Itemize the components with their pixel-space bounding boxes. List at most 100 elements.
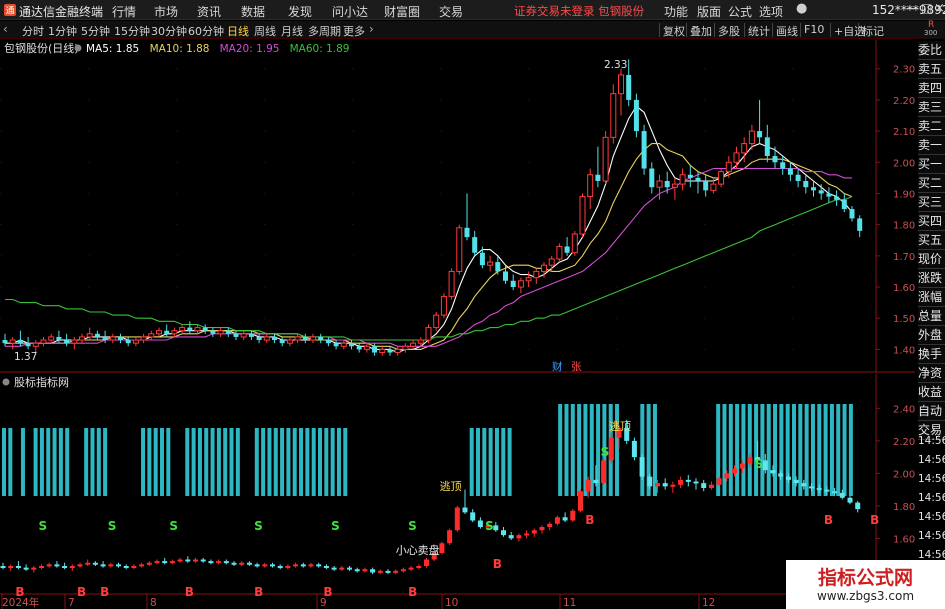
- indicator-bar: [773, 404, 778, 496]
- side-tab-3[interactable]: 卖三: [918, 98, 945, 117]
- period-tab-5[interactable]: 60分钟: [188, 23, 224, 39]
- candle-body: [310, 336, 316, 341]
- indicator-bar: [615, 404, 620, 496]
- period-tab-2[interactable]: 5分钟: [81, 23, 110, 39]
- indicator-chart[interactable]: 2.402.202.001.801.601.40 SSSSSSSSSSBBBBB…: [0, 374, 915, 609]
- tool-button-6[interactable]: +自选: [834, 23, 865, 39]
- level2-badge[interactable]: R 300: [922, 20, 944, 39]
- indicator-bar: [829, 404, 834, 496]
- ind-candle-body: [408, 567, 414, 570]
- side-tab-12[interactable]: 涨跌: [918, 269, 945, 288]
- news-markers[interactable]: 财张: [552, 360, 582, 373]
- side-tab-5[interactable]: 卖一: [918, 136, 945, 155]
- ind-candle-body: [400, 569, 406, 572]
- ma-legend-item: MA5: 1.85: [86, 43, 139, 55]
- candle-body: [356, 346, 362, 350]
- settings-dot-icon[interactable]: [74, 44, 82, 52]
- menu-item-3[interactable]: 数据: [241, 3, 265, 20]
- period-tab-10[interactable]: 更多: [343, 23, 365, 39]
- period-tab-6[interactable]: 日线: [227, 23, 249, 39]
- period-tab-4[interactable]: 30分钟: [151, 23, 187, 39]
- indicator-label: 股标指标网: [14, 375, 69, 389]
- menu-item-6[interactable]: 财富圈: [384, 3, 420, 20]
- ind-candle-body: [0, 566, 6, 568]
- candle-body: [587, 174, 594, 198]
- tool-button-0[interactable]: 复权: [663, 23, 685, 39]
- side-tab-7[interactable]: 买二: [918, 174, 945, 193]
- ind-candle-body: [308, 564, 314, 567]
- maximize-icon[interactable]: □: [921, 1, 932, 15]
- period-tab-0[interactable]: 分时: [22, 23, 44, 39]
- side-tab-14[interactable]: 总量: [918, 307, 945, 326]
- period-tab-7[interactable]: 周线: [254, 23, 276, 39]
- close-icon[interactable]: ×: [934, 1, 945, 16]
- side-tab-11[interactable]: 现价: [918, 250, 945, 269]
- candle-body: [217, 330, 224, 335]
- tool-button-1[interactable]: 叠加: [690, 23, 712, 39]
- price-tick: 1.40: [893, 345, 915, 356]
- back-icon[interactable]: ‹: [3, 22, 8, 36]
- tool-button-4[interactable]: 画线: [776, 23, 798, 39]
- ind-candle-body: [239, 562, 245, 565]
- side-tab-17[interactable]: 净资: [918, 364, 945, 383]
- tool-button-7[interactable]: 标记: [862, 23, 884, 39]
- tool-button-3[interactable]: 统计: [748, 23, 770, 39]
- candle-body: [349, 343, 354, 347]
- side-tab-13[interactable]: 涨幅: [918, 288, 945, 307]
- side-tab-2[interactable]: 卖四: [918, 79, 945, 98]
- menu-item-7[interactable]: 交易: [439, 3, 463, 20]
- tool-separator: [744, 23, 745, 37]
- side-tab-0[interactable]: 委比: [918, 41, 945, 60]
- menu-item-0[interactable]: 行情: [112, 3, 136, 20]
- s-signal: S: [254, 519, 263, 533]
- side-tab-18[interactable]: 收益: [918, 383, 945, 402]
- tool-button-5[interactable]: F10: [804, 23, 824, 36]
- indicator-settings-icon[interactable]: [2, 378, 10, 386]
- user-icon[interactable]: ●: [796, 1, 807, 16]
- indicator-bar: [286, 428, 291, 496]
- period-tab-3[interactable]: 15分钟: [114, 23, 150, 39]
- candlestick-chart[interactable]: 2.30 2.20 2.10 2.00 1.90 1.80 1.70 1.60 1.50 1.40…: [0, 40, 915, 373]
- news-marker[interactable]: 财: [552, 360, 563, 373]
- ind-candle-body: [293, 564, 299, 567]
- titlebar-button-3[interactable]: 选项: [759, 3, 783, 20]
- side-tab-9[interactable]: 买四: [918, 212, 945, 231]
- ind-candle-body: [23, 567, 29, 570]
- candle-body: [140, 336, 147, 341]
- tool-button-2[interactable]: 多股: [718, 23, 740, 39]
- side-tab-10[interactable]: 买五: [918, 231, 945, 250]
- titlebar-button-0[interactable]: 功能: [664, 3, 688, 20]
- app-logo-icon: 通: [4, 4, 16, 17]
- candle-body: [148, 333, 155, 338]
- side-tab-4[interactable]: 卖二: [918, 117, 945, 136]
- candle-body: [656, 180, 663, 188]
- period-tab-1[interactable]: 1分钟: [48, 23, 77, 39]
- side-tab-19[interactable]: 自动: [918, 402, 945, 421]
- titlebar-button-1[interactable]: 版面: [697, 3, 721, 20]
- indicator-bar: [842, 404, 847, 496]
- news-marker[interactable]: 张: [571, 361, 582, 373]
- date-tick: 10: [445, 597, 458, 609]
- side-tab-1[interactable]: 卖五: [918, 60, 945, 79]
- period-tab-8[interactable]: 月线: [281, 23, 303, 39]
- candle-body: [256, 336, 262, 341]
- indicator-bar: [564, 404, 569, 496]
- side-tab-8[interactable]: 买三: [918, 193, 945, 212]
- minimize-icon[interactable]: —: [906, 1, 919, 16]
- menu-item-4[interactable]: 发现: [288, 3, 312, 20]
- menu-item-1[interactable]: 市场: [154, 3, 178, 20]
- main-chart-grid: [0, 40, 915, 373]
- titlebar-button-2[interactable]: 公式: [728, 3, 752, 20]
- candle-body: [225, 330, 231, 334]
- indicator-bar: [2, 428, 6, 496]
- period-tab-9[interactable]: 多周期: [308, 23, 341, 39]
- side-tab-16[interactable]: 换手: [918, 345, 945, 364]
- candle-body: [564, 246, 570, 253]
- menu-item-2[interactable]: 资讯: [197, 3, 221, 20]
- side-tab-15[interactable]: 外盘: [918, 326, 945, 345]
- login-alert[interactable]: 证券交易未登录 包钢股份: [514, 3, 644, 19]
- more-chevron-icon[interactable]: ›: [369, 22, 374, 36]
- candle-body: [556, 245, 563, 260]
- side-tab-6[interactable]: 买一: [918, 155, 945, 174]
- menu-item-5[interactable]: 问小达: [332, 3, 368, 20]
